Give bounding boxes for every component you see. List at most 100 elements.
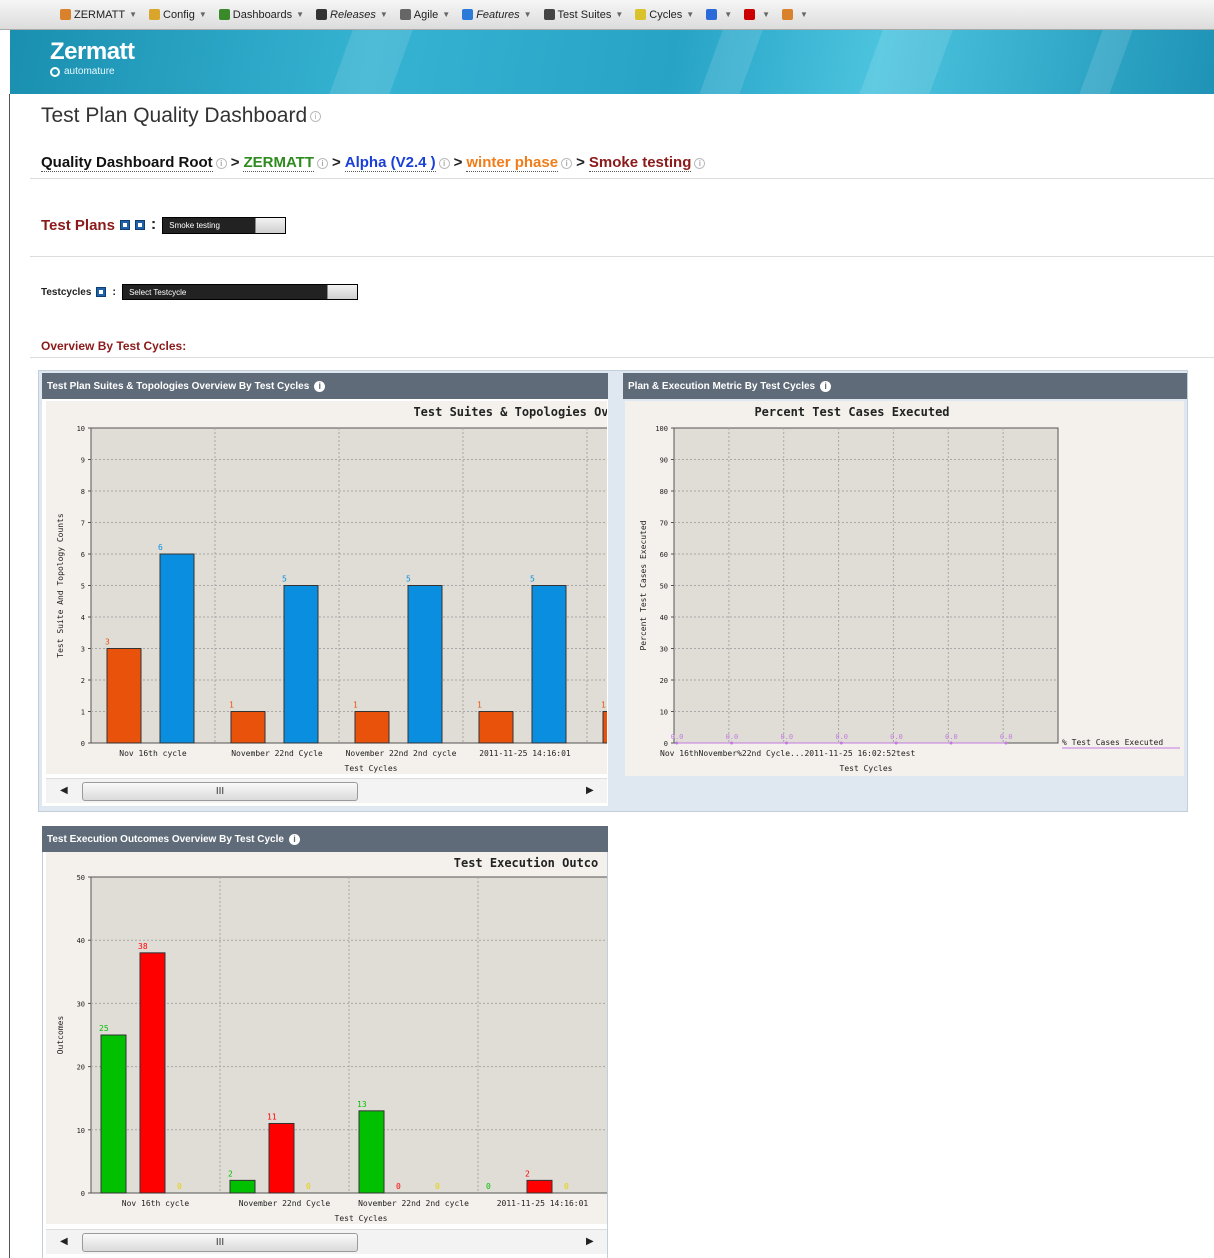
y-tick-label: 70 xyxy=(660,520,668,528)
expand-icon[interactable] xyxy=(134,220,145,230)
y-tick-label: 80 xyxy=(660,488,668,496)
expand-icon[interactable] xyxy=(119,220,130,230)
chevron-down-icon: ▼ xyxy=(442,10,451,19)
outcomes-panel-title: Test Execution Outcomes Overview By Test… xyxy=(47,833,284,845)
y-tick-label: 2 xyxy=(81,677,85,685)
logo-title: Zermatt xyxy=(50,38,135,65)
info-icon[interactable]: i xyxy=(288,833,300,845)
menu-test-suites[interactable]: Test Suites ▼ xyxy=(543,8,624,21)
point-label: 0.0 xyxy=(835,733,848,741)
add-testcycle-icon[interactable] xyxy=(96,287,107,297)
y-tick-label: 20 xyxy=(77,1064,85,1072)
scroll-right-icon[interactable]: ▶ xyxy=(586,1236,594,1247)
menu-star[interactable]: ▼ xyxy=(744,9,770,20)
help-icon xyxy=(782,9,794,20)
menu-zermatt[interactable]: ZERMATT ▼ xyxy=(60,9,137,21)
features-icon xyxy=(462,9,474,20)
point-label: 0.0 xyxy=(890,733,903,741)
breadcrumb-link[interactable]: Alpha (V2.4 ) xyxy=(344,154,436,172)
outcomes-chart-scrollbar[interactable]: ◀ III ▶ xyxy=(46,1229,607,1254)
x-tick-label: Nov 16thNovember%22nd Cycle...2011-11-25… xyxy=(660,749,915,758)
info-icon[interactable]: i xyxy=(215,157,227,169)
bar-value-label: 13 xyxy=(357,1100,367,1109)
test-plans-label: Test Plans xyxy=(41,216,115,234)
testcycles-label: Testcycles xyxy=(41,286,92,298)
test-suites-icon xyxy=(543,9,555,20)
info-icon[interactable]: i xyxy=(820,380,832,392)
info-icon[interactable]: i xyxy=(438,157,450,169)
y-tick-label: 4 xyxy=(81,614,85,622)
y-axis-label: Test Suite And Topology Counts xyxy=(56,513,65,658)
menu-features[interactable]: Features ▼ xyxy=(462,8,532,21)
outcomes-panel-header: Test Execution Outcomes Overview By Test… xyxy=(42,826,608,852)
test-plans-row: Test Plans : Smoke testing xyxy=(41,216,287,234)
scroll-left-icon[interactable]: ◀ xyxy=(60,1236,68,1247)
bar-value-label: 5 xyxy=(282,575,287,584)
banner-decoration xyxy=(323,30,417,94)
scroll-right-icon[interactable]: ▶ xyxy=(586,785,594,796)
bar-value-label: 0 xyxy=(435,1182,440,1191)
menu-cycles[interactable]: Cycles ▼ xyxy=(635,9,694,21)
menu-help[interactable]: ▼ xyxy=(782,9,808,20)
x-axis-label: Test Cycles xyxy=(840,764,893,773)
info-icon[interactable]: i xyxy=(310,110,322,122)
breadcrumb-link[interactable]: Smoke testing xyxy=(588,154,692,172)
y-tick-label: 5 xyxy=(81,583,85,591)
info-icon[interactable]: i xyxy=(314,380,326,392)
scroll-thumb[interactable]: III xyxy=(82,782,358,801)
menu-label: Releases xyxy=(330,8,376,21)
chevron-down-icon: ▼ xyxy=(379,10,388,19)
left-border xyxy=(9,94,10,1258)
testcycles-row: Testcycles : Select Testcycle xyxy=(41,284,359,300)
menu-label: Features xyxy=(476,8,520,21)
breadcrumb-link[interactable]: ZERMATT xyxy=(243,154,314,172)
menu-dashboards[interactable]: Dashboards ▼ xyxy=(218,9,304,21)
x-tick-label: Nov 16th cycle xyxy=(119,749,187,758)
testcycle-select[interactable]: Select Testcycle xyxy=(122,284,359,300)
bar xyxy=(602,711,607,744)
test-plan-select-value: Smoke testing xyxy=(169,220,220,230)
metric-chart: 0 10 20 30 40 50 60 70 80 90 100 Percent Test Cases… xyxy=(625,401,1184,776)
zermatt-logo[interactable]: Zermatt automature xyxy=(50,40,135,77)
menu-label: Test Suites xyxy=(557,8,612,21)
menu-agile[interactable]: Agile ▼ xyxy=(399,9,451,21)
y-tick-label: 100 xyxy=(655,425,668,433)
bar-value-label: 25 xyxy=(99,1024,109,1033)
select-dropdown-button[interactable] xyxy=(327,285,358,299)
metric-panel-header: Plan & Execution Metric By Test Cycles i xyxy=(623,373,1187,399)
breadcrumb-separator: > xyxy=(453,154,463,171)
test-plan-select[interactable]: Smoke testing xyxy=(162,216,287,234)
point-label: 0.0 xyxy=(726,733,739,741)
chevron-down-icon: ▼ xyxy=(615,10,624,19)
menu-search[interactable]: ▼ xyxy=(706,9,732,20)
bar-value-label: 0 xyxy=(396,1182,401,1191)
info-icon[interactable]: i xyxy=(694,157,706,169)
x-tick-label: November 22nd 2nd cycle xyxy=(358,1199,469,1208)
y-tick-label: 50 xyxy=(660,583,668,591)
y-axis-label: Outcomes xyxy=(56,1016,65,1055)
info-icon[interactable]: i xyxy=(561,157,573,169)
breadcrumb-link[interactable]: Quality Dashboard Root xyxy=(41,154,213,172)
chevron-down-icon: ▼ xyxy=(523,10,532,19)
info-icon[interactable]: i xyxy=(317,157,328,169)
divider xyxy=(30,178,1214,179)
y-tick-label: 30 xyxy=(77,1000,85,1008)
menu-label: ZERMATT xyxy=(74,8,126,21)
scroll-left-icon[interactable]: ◀ xyxy=(60,785,68,796)
scroll-thumb[interactable]: III xyxy=(82,1233,358,1252)
menu-releases[interactable]: Releases ▼ xyxy=(316,9,388,21)
bar-value-label: 0 xyxy=(306,1182,311,1191)
testcycle-select-value: Select Testcycle xyxy=(129,287,187,297)
bar xyxy=(354,711,390,744)
suites-chart-scrollbar[interactable]: ◀ III ▶ xyxy=(46,778,607,803)
y-axis-label: Percent Test Cases Executed xyxy=(639,520,648,650)
breadcrumb-link[interactable]: winter phase xyxy=(466,154,559,172)
y-tick-label: 40 xyxy=(660,614,668,622)
automature-ring-icon xyxy=(50,66,60,77)
y-tick-label: 20 xyxy=(660,677,668,685)
point-label: 0.0 xyxy=(1000,733,1013,741)
outcomes-chart: 0 10 20 30 40 50 Test Execution Outco Outcomes T… xyxy=(46,852,607,1224)
menu-config[interactable]: Config ▼ xyxy=(149,9,207,21)
select-dropdown-button[interactable] xyxy=(255,217,286,233)
bar xyxy=(526,1179,553,1194)
